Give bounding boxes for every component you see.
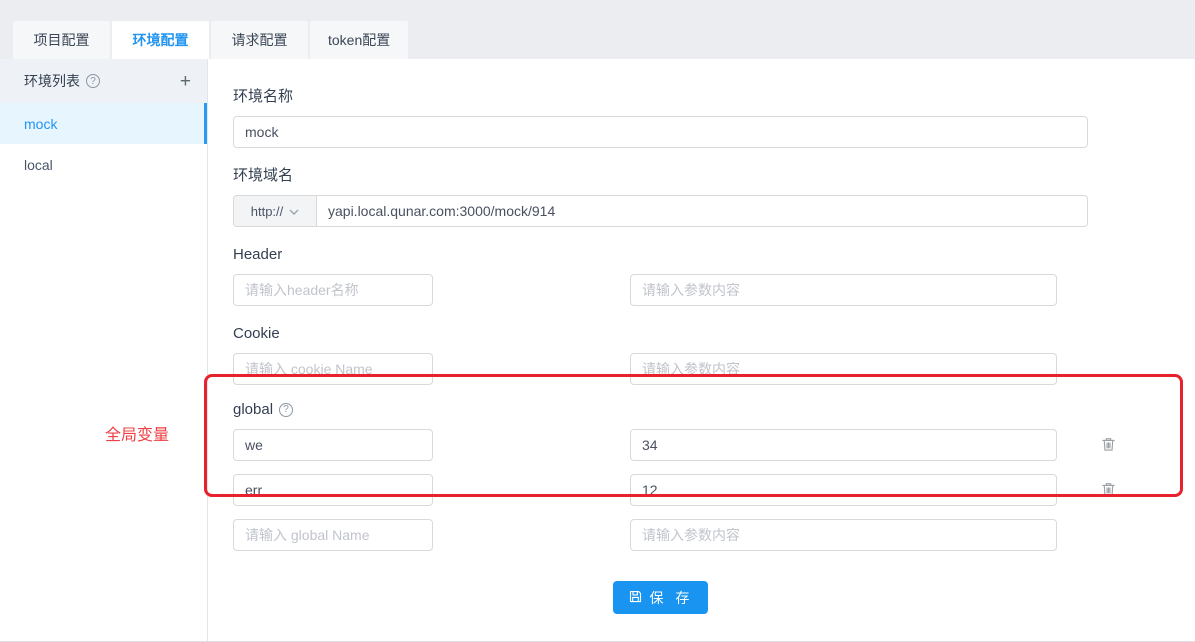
global-label-text: global (233, 399, 273, 420)
environment-item-local[interactable]: local (0, 144, 207, 185)
global-section-label: global ? (233, 399, 1195, 420)
global-new-value-input[interactable] (630, 519, 1057, 551)
global-new-key-input[interactable] (233, 519, 433, 551)
environment-form: 环境名称 环境域名 http:// Header (208, 59, 1195, 642)
chevron-down-icon (289, 204, 299, 219)
save-button-label: 保 存 (650, 588, 694, 608)
cookie-section-label: Cookie (233, 323, 1195, 344)
save-icon (628, 589, 643, 607)
delete-global-row-button[interactable] (1100, 435, 1117, 456)
trash-icon (1100, 435, 1117, 456)
delete-global-row-button[interactable] (1100, 480, 1117, 501)
global-value-input[interactable] (630, 429, 1057, 461)
protocol-value: http:// (251, 204, 284, 219)
header-value-input[interactable] (630, 274, 1057, 306)
tab-request-config[interactable]: 请求配置 (211, 21, 308, 59)
tab-environment-config[interactable]: 环境配置 (112, 21, 209, 59)
global-row (233, 429, 1195, 461)
global-key-input[interactable] (233, 429, 433, 461)
tab-token-config[interactable]: token配置 (310, 21, 408, 59)
cookie-value-input[interactable] (630, 353, 1057, 385)
cookie-name-input[interactable] (233, 353, 433, 385)
environment-list-header: 环境列表 ? + (0, 59, 207, 103)
add-environment-button[interactable]: + (180, 72, 191, 91)
env-name-input[interactable] (233, 116, 1088, 148)
environment-item-mock[interactable]: mock (0, 103, 207, 144)
global-key-input[interactable] (233, 474, 433, 506)
protocol-select[interactable]: http:// (233, 195, 316, 227)
env-name-label: 环境名称 (233, 86, 1195, 107)
global-new-row (233, 519, 1195, 551)
tab-bar: 项目配置 环境配置 请求配置 token配置 (0, 0, 1195, 59)
save-button[interactable]: 保 存 (613, 581, 709, 614)
global-value-input[interactable] (630, 474, 1057, 506)
global-help-circle-icon[interactable]: ? (279, 403, 293, 417)
help-circle-icon[interactable]: ? (86, 74, 100, 88)
header-name-input[interactable] (233, 274, 433, 306)
env-domain-label: 环境域名 (233, 165, 1195, 186)
environment-sidebar: 环境列表 ? + mock local (0, 59, 208, 642)
tab-project-config[interactable]: 项目配置 (13, 21, 110, 59)
env-domain-input[interactable] (316, 195, 1088, 227)
environment-list-title: 环境列表 (24, 71, 80, 91)
trash-icon (1100, 480, 1117, 501)
header-section-label: Header (233, 244, 1195, 265)
global-row (233, 474, 1195, 506)
environment-settings-page: 项目配置 环境配置 请求配置 token配置 环境列表 ? + mock loc… (0, 0, 1195, 642)
